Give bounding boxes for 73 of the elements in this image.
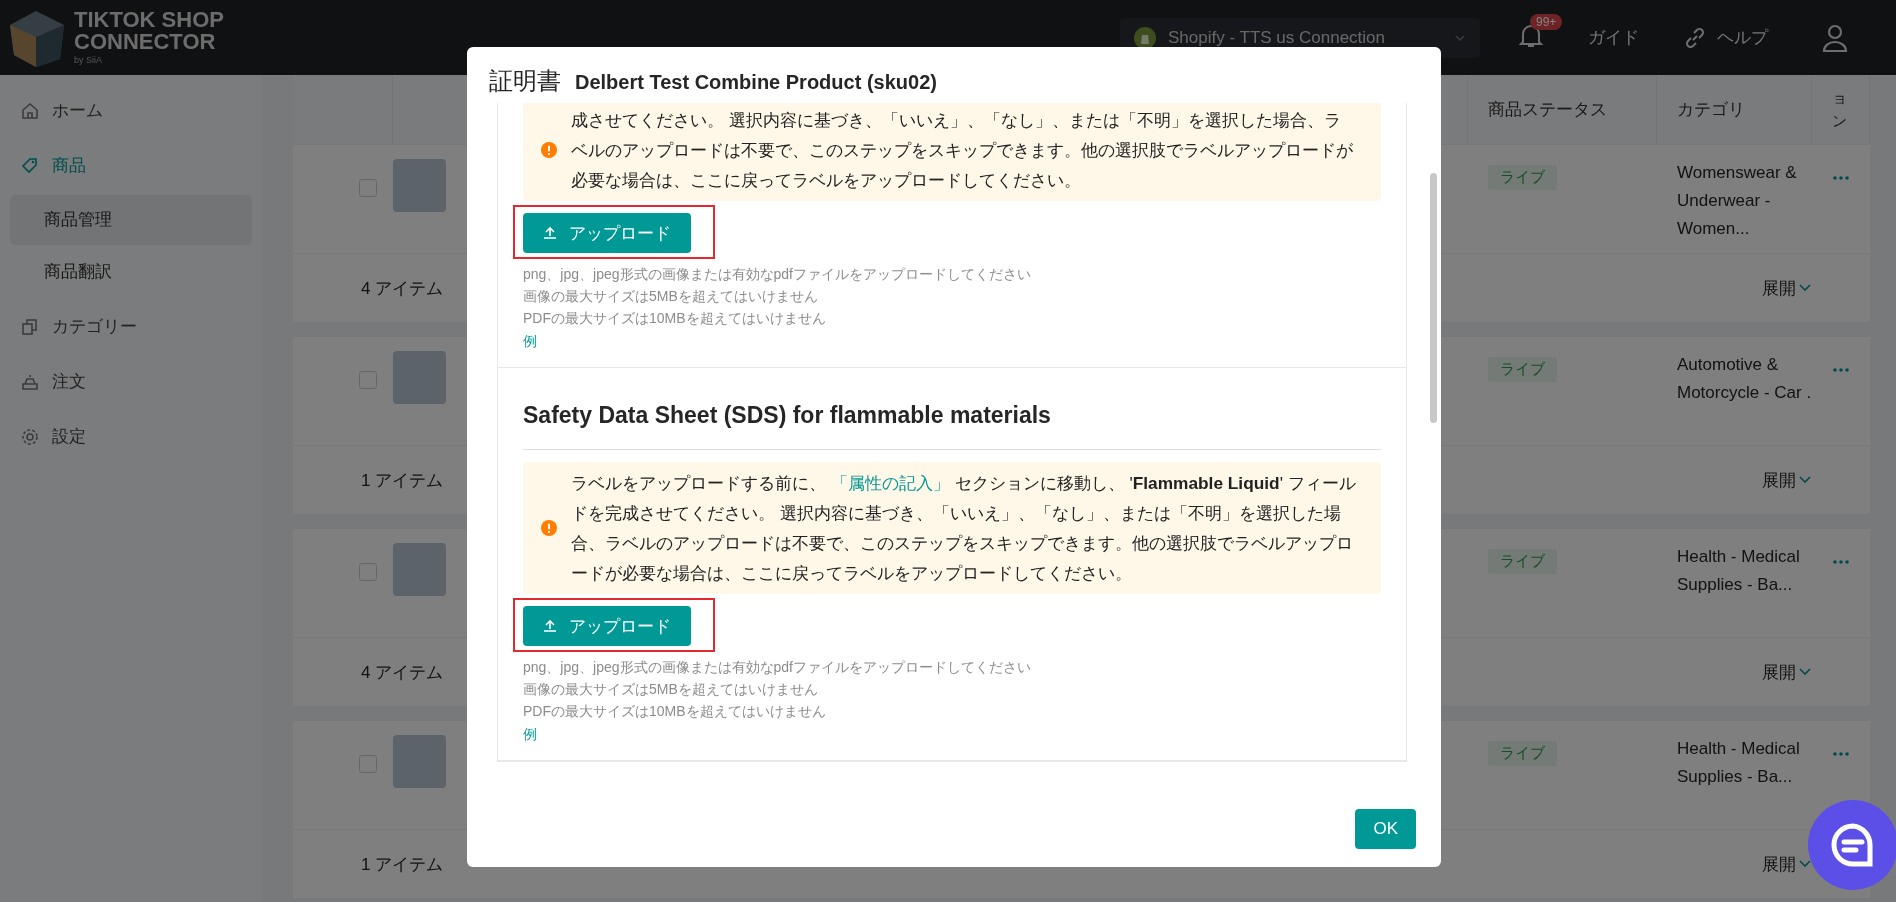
chevron-down-icon [1798,475,1812,485]
category-text: Womenswear & Underwear - Women... [1676,162,1798,240]
logo-tagline: by SiiA [74,55,103,66]
warning-icon [541,142,557,158]
item-count: 4 アイテム [361,277,444,300]
sidebar-item[interactable]: 設定 [0,409,262,464]
user-icon[interactable] [1822,23,1848,52]
chevron-down-icon [1798,859,1812,869]
scrollbar-thumb[interactable] [1430,173,1437,423]
example-link[interactable]: 例 [523,329,537,353]
row-checkbox[interactable] [359,755,377,773]
category-text: Health - Medical Supplies - Ba... [1676,738,1801,788]
hint-text: PDFの最大サイズは10MBを超えてはいけません [523,702,827,721]
notice-text: 成させてください。 選択内容に基づき、「いいえ」、「なし」、または「不明」を選択した場合、ラベルのアップロードは不要で、このステップをスキップできます。他の選択肢でラベルアップロードが必要な場合は、ここに戻ってラベルをアップロードしてください。 [571,109,1354,192]
sidebar-item[interactable]: 注文 [0,354,262,409]
ok-button[interactable]: OK [1355,808,1416,849]
chat-icon [1830,822,1876,868]
expand-link[interactable]: 展開 [1762,276,1812,300]
sidebar-subitem[interactable]: 商品管理 [10,195,252,245]
sidebar-subitem[interactable]: 商品翻訳 [10,247,252,297]
product-name: Delbert Test Combine Product (sku02) [575,71,937,94]
modal-title: 証明書 [489,66,561,96]
status-tag: ライブ [1488,549,1557,574]
tag-icon [20,155,40,176]
status-tag: ライブ [1488,165,1557,190]
link-icon [1683,25,1707,50]
chevron-down-icon [1798,283,1812,293]
hint-text: PDFの最大サイズは10MBを超えてはいけません [523,309,827,328]
logo-text: TIKTOK SHOP [74,9,224,31]
help-label: ヘルプ [1717,27,1768,49]
item-count: 1 アイテム [361,469,444,492]
example-link[interactable]: 例 [523,722,537,746]
photo-placeholder [393,159,446,212]
column-header: ョン [1832,88,1847,131]
status-tag: ライブ [1488,741,1557,766]
logo-text: CONNECTOR [74,31,217,53]
expand-link[interactable]: 展開 [1762,660,1812,684]
sidebar-item[interactable]: ホーム [0,83,262,138]
hint-text: png、jpg、jpeg形式の画像または有効なpdfファイルをアップロードしてください [523,658,1032,677]
category-text: Automotive & Motorcycle - Car . [1676,354,1813,404]
category-text: Health - Medical Supplies - Ba... [1676,546,1801,596]
row-checkbox[interactable] [359,563,377,581]
upload-icon [543,619,557,633]
upload-button[interactable]: アップロード [523,213,691,253]
guide-link[interactable]: ガイド [1588,26,1639,49]
expand-link[interactable]: 展開 [1762,468,1812,492]
photo-placeholder [393,735,446,788]
sidebar-item[interactable]: 商品 [0,138,262,193]
hint-text: 画像の最大サイズは5MBを超えてはいけません [523,680,819,699]
copy-icon [20,316,40,337]
status-tag: ライブ [1488,357,1557,382]
item-count: 1 アイテム [361,853,444,876]
upload-button[interactable]: アップロード [523,606,691,646]
notification-badge: 99+ [1530,13,1563,30]
notice-text: ラベルをアップロードする前に、 「属性の記入」 セクションに移動し、 'Flammable Liquid' フィールドを完成させてください。 選択内容に基づき、「いいえ」、「なし」、または「不明」を選択した場合、ラベルのアップロードは不要で、このステップをスキップできます。他の選択肢でラベルアップロードが必要な場合は、ここに戻ってラベルをアップロードしてください。 [571,472,1357,585]
sidebar-item[interactable]: カテゴリー [0,299,262,354]
upload-icon [543,226,557,240]
section-title: Safety Data Sheet (SDS) for flammable materials [523,368,1381,450]
chevron-down-icon [1798,667,1812,677]
shopping-bag-icon [1134,26,1156,49]
photo-placeholder [393,543,446,596]
row-checkbox[interactable] [359,179,377,197]
settings-icon [20,426,40,447]
photo-placeholder [393,351,446,404]
row-checkbox[interactable] [359,371,377,389]
hint-text: 画像の最大サイズは5MBを超えてはいけません [523,287,819,306]
home-icon [20,100,40,121]
help-link[interactable]: ヘルプ [1683,25,1768,50]
attribute-link[interactable]: 「属性の記入」 [830,473,950,493]
warning-icon [541,520,557,536]
hint-text: png、jpg、jpeg形式の画像または有効なpdfファイルをアップロードしてください [523,265,1032,284]
expand-link[interactable]: 展開 [1762,852,1812,876]
item-count: 4 アイテム [361,661,444,684]
